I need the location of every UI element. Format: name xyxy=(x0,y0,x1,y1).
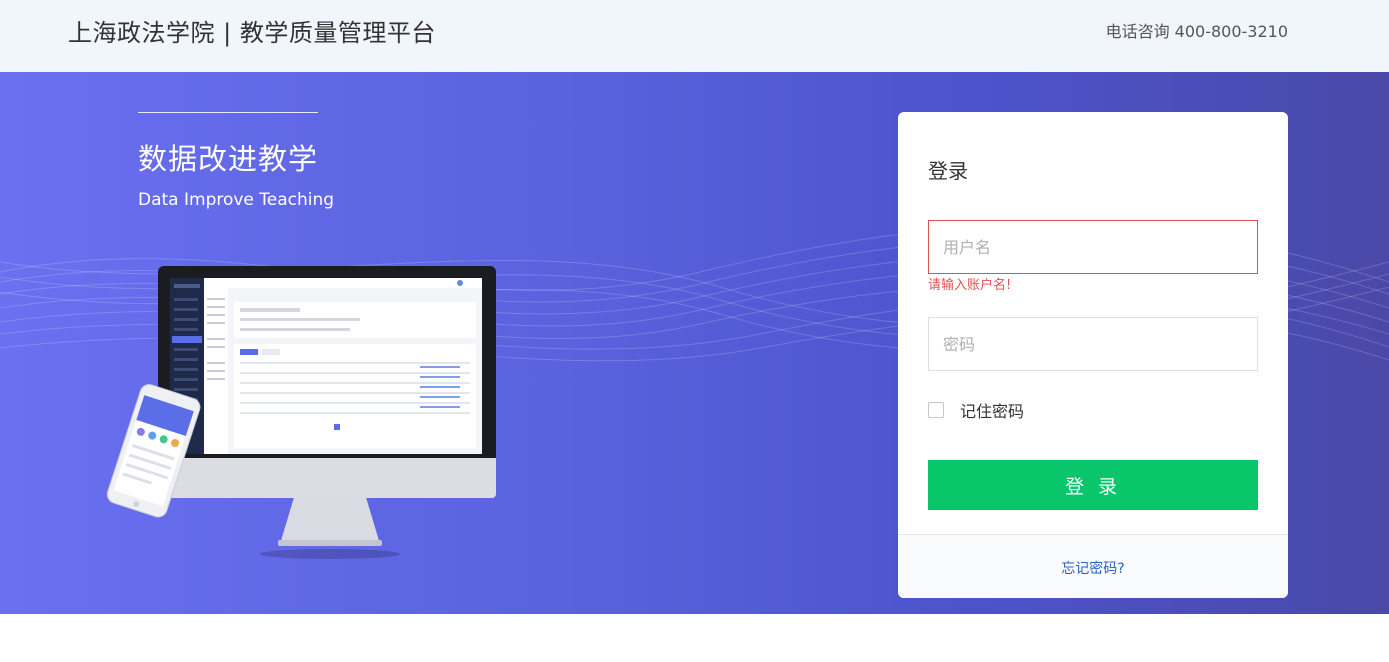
username-input[interactable] xyxy=(928,220,1258,274)
login-card-footer: 忘记密码? xyxy=(898,534,1288,598)
phone-contact: 电话咨询 400-800-3210 xyxy=(1105,22,1288,41)
login-button[interactable]: 登 录 xyxy=(928,460,1258,510)
password-input[interactable] xyxy=(928,317,1258,371)
top-bar: 上海政法学院 | 教学质量管理平台 电话咨询 400-800-3210 xyxy=(0,0,1389,72)
hero-subtitle: Data Improve Teaching xyxy=(138,190,335,210)
hero-title: 数据改进教学 xyxy=(138,142,319,176)
device-illustration xyxy=(106,266,496,559)
login-title: 登录 xyxy=(928,159,968,183)
site-brand: 上海政法学院 | 教学质量管理平台 xyxy=(68,19,436,47)
remember-checkbox[interactable] xyxy=(928,402,944,418)
remember-label: 记住密码 xyxy=(960,402,1025,421)
login-card: 登录 请输入账户名! 记住密码 登 录 忘记密码? xyxy=(898,112,1288,598)
remember-password[interactable]: 记住密码 xyxy=(928,398,1024,422)
hero-divider xyxy=(138,112,318,113)
username-error-message: 请输入账户名! xyxy=(928,278,1012,293)
forgot-password-link[interactable]: 忘记密码? xyxy=(1061,558,1124,578)
